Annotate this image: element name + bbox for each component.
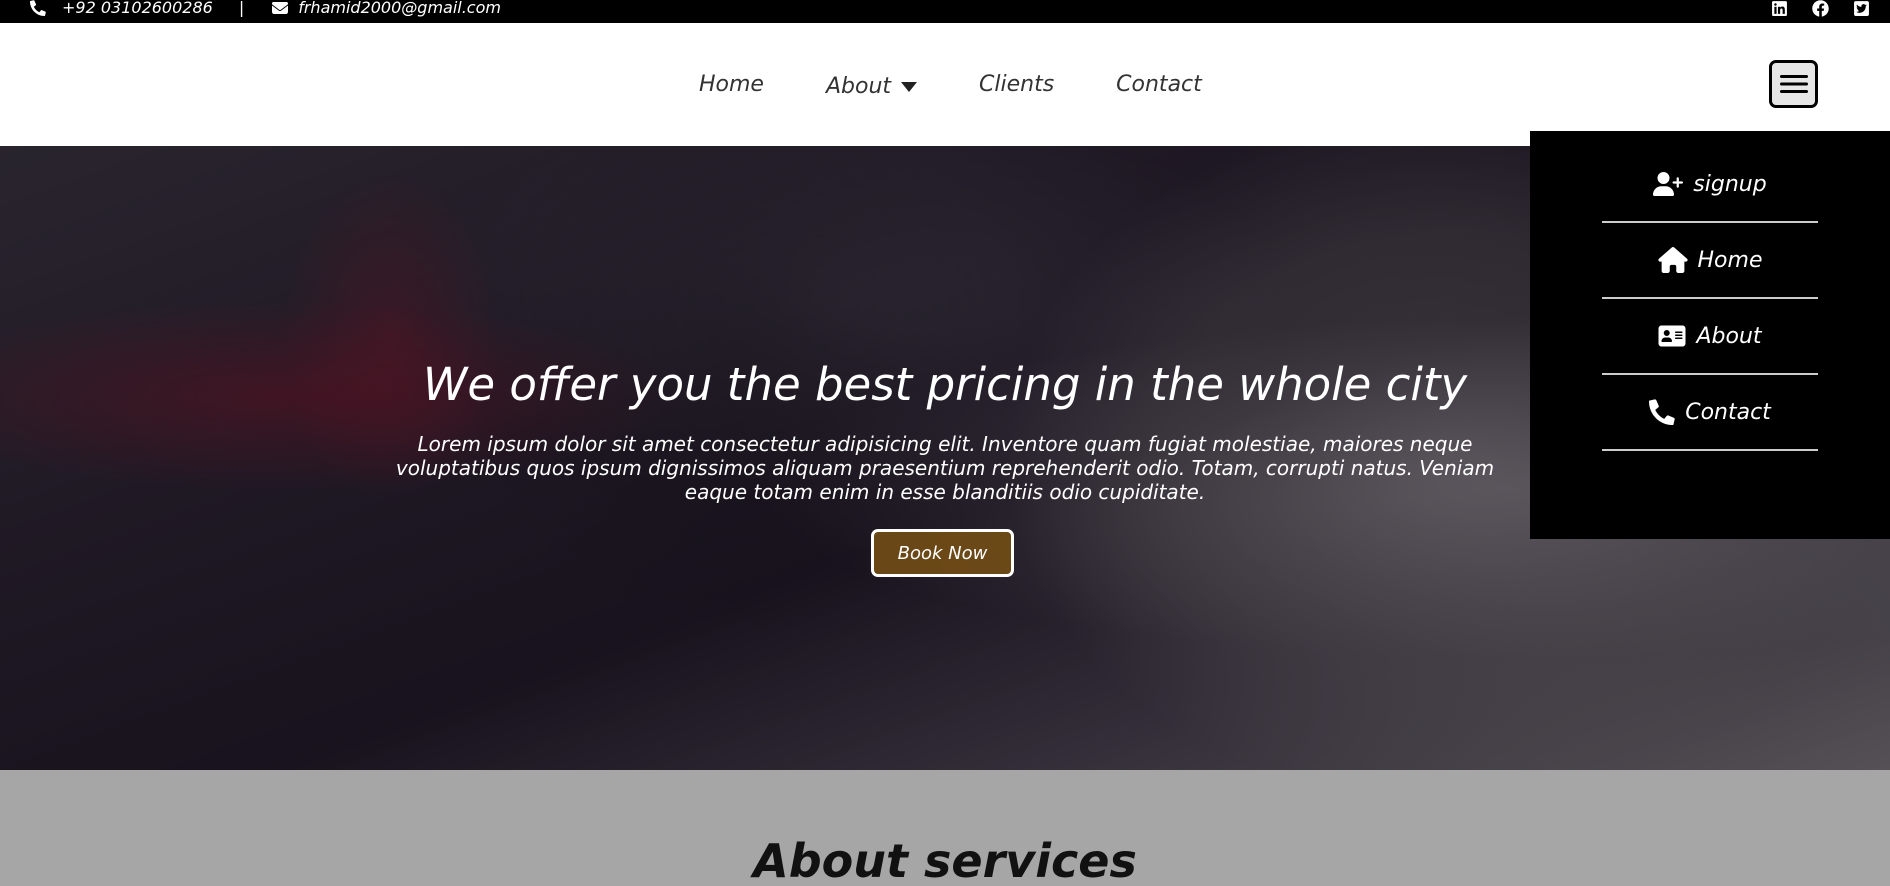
user-plus-icon — [1653, 172, 1684, 196]
id-card-icon — [1658, 325, 1686, 347]
dropdown-item-contact[interactable]: Contact — [1602, 375, 1818, 451]
nav-about-label: About — [825, 74, 892, 99]
phone-icon — [30, 0, 46, 16]
social-links — [1771, 0, 1870, 17]
top-bar: +92 03102600286 | frhamid2000@gmail.com — [0, 0, 1890, 23]
nav-clients[interactable]: Clients — [979, 72, 1054, 97]
mail-icon — [272, 1, 289, 14]
facebook-icon[interactable] — [1812, 0, 1829, 17]
phone-number[interactable]: +92 03102600286 — [62, 0, 213, 17]
email-address[interactable]: frhamid2000@gmail.com — [298, 0, 501, 17]
dropdown-item-label: About — [1696, 323, 1762, 349]
side-dropdown-menu: signup Home About Contact — [1530, 131, 1890, 539]
hamburger-icon — [1779, 75, 1808, 93]
caret-down-icon — [901, 81, 918, 92]
dropdown-item-label: Contact — [1685, 399, 1771, 425]
dropdown-item-signup[interactable]: signup — [1602, 147, 1818, 223]
separator: | — [238, 0, 245, 17]
dropdown-item-about[interactable]: About — [1602, 299, 1818, 375]
nav-home[interactable]: Home — [699, 72, 764, 97]
phone-icon — [1649, 399, 1675, 425]
twitter-icon[interactable] — [1853, 0, 1870, 17]
nav-contact[interactable]: Contact — [1116, 72, 1202, 97]
linkedin-icon[interactable] — [1771, 0, 1788, 17]
main-nav: Home About Clients Contact — [699, 70, 1202, 99]
header: Home About Clients Contact — [0, 23, 1890, 146]
dropdown-item-home[interactable]: Home — [1602, 223, 1818, 299]
menu-toggle-button[interactable] — [1769, 60, 1818, 108]
hero-description: Lorem ipsum dolor sit amet consectetur a… — [395, 432, 1495, 504]
about-section: About services — [0, 770, 1890, 886]
contact-info: +92 03102600286 | frhamid2000@gmail.com — [30, 0, 501, 17]
book-now-button[interactable]: Book Now — [871, 529, 1014, 577]
dropdown-item-label: Home — [1697, 247, 1763, 273]
about-title: About services — [753, 834, 1137, 886]
home-icon — [1657, 247, 1688, 273]
dropdown-item-label: signup — [1693, 171, 1767, 197]
nav-about[interactable]: About — [825, 74, 918, 99]
